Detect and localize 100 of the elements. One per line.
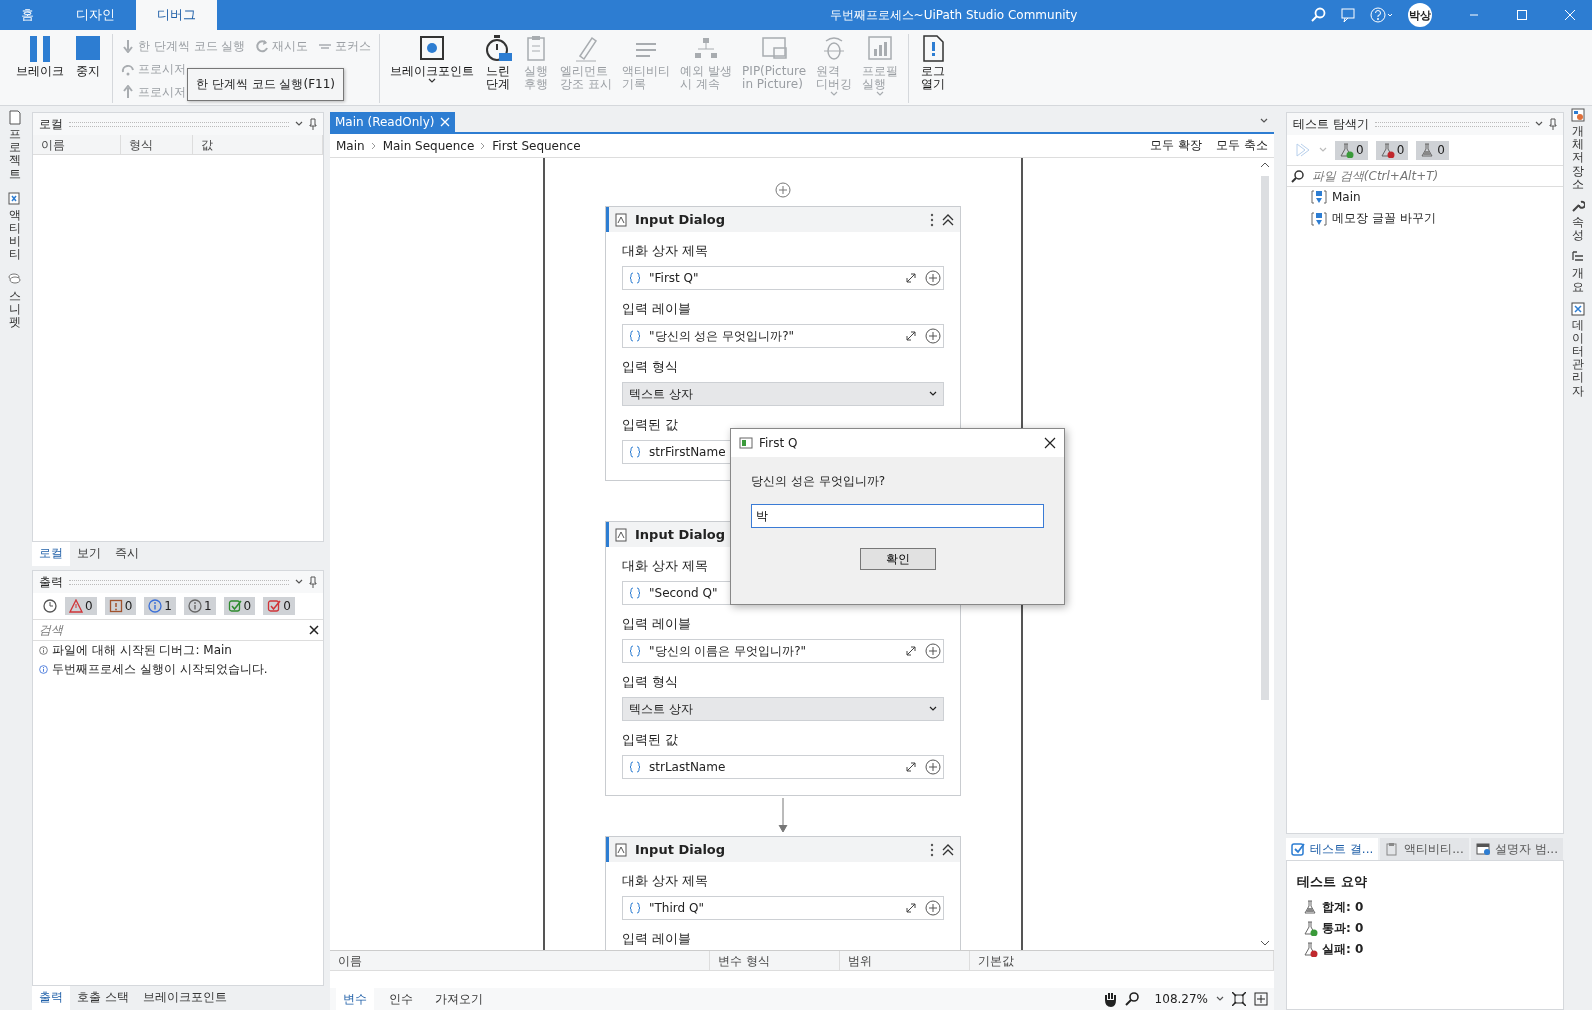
clock-icon[interactable] bbox=[43, 599, 57, 613]
panel-tab[interactable]: 변수 bbox=[336, 987, 374, 1010]
panel-tab[interactable]: 브레이크포인트 bbox=[135, 986, 234, 1010]
column-header[interactable]: 이름 bbox=[330, 951, 710, 970]
panel-tab[interactable]: 설명자 범... bbox=[1470, 838, 1563, 860]
dropdown[interactable]: 텍스트 상자 bbox=[622, 382, 944, 406]
expression-field[interactable]: "First Q" bbox=[622, 266, 944, 290]
user-avatar[interactable]: 박상 bbox=[1408, 3, 1432, 27]
dock-tab[interactable]: 개요 bbox=[1572, 267, 1584, 294]
tree-item[interactable]: Main bbox=[1287, 187, 1563, 207]
panel-tab[interactable]: 보기 bbox=[70, 542, 108, 566]
maximize-icon[interactable] bbox=[1516, 9, 1528, 21]
breadcrumb-link[interactable]: Main bbox=[336, 138, 365, 153]
filter-toggle[interactable]: 0 bbox=[263, 597, 295, 615]
column-header[interactable]: 범위 bbox=[840, 951, 970, 970]
tree-item[interactable]: 메모장 글꼴 바꾸기 bbox=[1287, 207, 1563, 230]
expand-icon[interactable] bbox=[905, 330, 917, 342]
test-counter[interactable]: 0 bbox=[1335, 140, 1368, 160]
filter-toggle[interactable]: 0 bbox=[65, 597, 97, 615]
expand-icon[interactable] bbox=[905, 902, 917, 914]
dock-tab[interactable]: 스니펫 bbox=[9, 289, 21, 330]
panel-tab[interactable]: 로컬 bbox=[32, 542, 70, 566]
filter-toggle[interactable]: 1 bbox=[183, 597, 216, 615]
panel-tab[interactable]: 가져오기 bbox=[428, 987, 490, 1010]
chevron-down-icon[interactable] bbox=[1260, 940, 1270, 946]
expand-icon[interactable] bbox=[905, 645, 917, 657]
ribbon-button[interactable]: 브레이크포인트 bbox=[388, 34, 477, 87]
activity-icon[interactable] bbox=[8, 190, 22, 206]
add-icon[interactable] bbox=[775, 182, 791, 198]
help-icon[interactable] bbox=[1370, 7, 1394, 23]
more-icon[interactable] bbox=[930, 842, 934, 857]
feedback-icon[interactable] bbox=[1340, 7, 1356, 23]
fit-screen-icon[interactable] bbox=[1232, 992, 1246, 1006]
document-tab[interactable]: Main (ReadOnly) bbox=[330, 112, 456, 132]
panel-tab[interactable]: 출력 bbox=[32, 986, 70, 1010]
add-icon[interactable] bbox=[925, 328, 941, 344]
pin-icon[interactable] bbox=[309, 118, 317, 130]
input-field[interactable]: 박 bbox=[751, 504, 1044, 528]
panel-tab[interactable]: 액티비티... bbox=[1380, 838, 1469, 860]
overview-icon[interactable] bbox=[1254, 992, 1268, 1006]
zoom-level[interactable]: 108.27% bbox=[1154, 992, 1208, 1006]
file-icon[interactable] bbox=[8, 110, 22, 125]
activity-card[interactable]: Input Dialog 대화 상자 제목 "Third Q" 입력 레이블 bbox=[605, 836, 961, 950]
panel-tab[interactable]: 테스트 결... bbox=[1286, 838, 1379, 860]
pin-icon[interactable] bbox=[309, 576, 317, 588]
ribbon-button[interactable]: 브레이크 bbox=[14, 34, 66, 78]
stack-icon[interactable] bbox=[8, 271, 22, 287]
filter-toggle[interactable]: 0 bbox=[104, 597, 137, 615]
column-header[interactable]: 이름 bbox=[33, 135, 121, 154]
search-field[interactable]: 검색 bbox=[37, 622, 309, 638]
dock-tab[interactable]: 데이터 관리자 bbox=[1572, 318, 1584, 398]
expression-field[interactable]: strLastName bbox=[622, 755, 944, 779]
dock-tab[interactable]: 액티비티 bbox=[9, 208, 21, 262]
ribbon-button[interactable]: 로그 열기 bbox=[917, 34, 950, 91]
zoom-icon[interactable] bbox=[1124, 992, 1139, 1006]
filter-toggle[interactable]: 1 bbox=[144, 597, 176, 615]
column-header[interactable]: 변수 형식 bbox=[710, 951, 840, 970]
collapse-icon[interactable] bbox=[942, 213, 954, 226]
dropdown[interactable]: 텍스트 상자 bbox=[622, 697, 944, 721]
panel-tab[interactable]: 호출 스택 bbox=[70, 986, 136, 1010]
ribbon-button[interactable]: 느린 단계 bbox=[482, 34, 515, 91]
search-icon[interactable] bbox=[1310, 7, 1326, 23]
hand-icon[interactable] bbox=[1102, 991, 1117, 1007]
chevron-up-icon[interactable] bbox=[1260, 162, 1270, 168]
expression-field[interactable]: "당신의 성은 무엇입니까?" bbox=[622, 324, 944, 348]
add-icon[interactable] bbox=[925, 270, 941, 286]
ribbon-tab[interactable]: 홈 bbox=[0, 0, 55, 30]
test-counter[interactable]: 0 bbox=[1416, 140, 1449, 160]
column-header[interactable]: 형식 bbox=[121, 135, 193, 154]
toolbar-link[interactable]: 모두 축소 bbox=[1216, 137, 1268, 154]
add-icon[interactable] bbox=[925, 900, 941, 916]
add-icon[interactable] bbox=[925, 759, 941, 775]
more-icon[interactable] bbox=[930, 212, 934, 227]
dock-tab[interactable]: 프로젝트 bbox=[9, 128, 21, 181]
toolbar-link[interactable]: 모두 확장 bbox=[1150, 137, 1203, 154]
ribbon-button[interactable]: 중지 bbox=[72, 34, 104, 78]
wrench-icon[interactable] bbox=[1571, 198, 1585, 213]
add-icon[interactable] bbox=[925, 643, 941, 659]
dock-tab[interactable]: 개체 저장소 bbox=[1572, 125, 1584, 191]
breadcrumb-link[interactable]: Main Sequence bbox=[382, 138, 475, 153]
expand-icon[interactable] bbox=[905, 761, 917, 773]
column-header[interactable]: 기본값 bbox=[970, 951, 1274, 970]
ok-button[interactable]: 확인 bbox=[859, 548, 936, 570]
ribbon-tab[interactable]: 디자인 bbox=[55, 0, 136, 30]
pin-icon[interactable] bbox=[1549, 118, 1557, 130]
close-icon[interactable] bbox=[1044, 437, 1056, 449]
panel-tab[interactable]: 인수 bbox=[382, 987, 420, 1010]
dock-tab[interactable]: 속성 bbox=[1572, 215, 1584, 243]
breadcrumb-link[interactable]: First Sequence bbox=[492, 138, 581, 153]
collapse-icon[interactable] bbox=[942, 843, 954, 856]
expand-icon[interactable] bbox=[905, 272, 917, 284]
repository-icon[interactable] bbox=[1571, 108, 1585, 122]
column-header[interactable]: 값 bbox=[193, 135, 323, 154]
test-counter[interactable]: 0 bbox=[1375, 140, 1409, 160]
filter-toggle[interactable]: 0 bbox=[223, 597, 256, 615]
panel-tab[interactable]: 즉시 bbox=[108, 542, 146, 566]
variable-icon[interactable] bbox=[1571, 301, 1585, 316]
expression-field[interactable]: "Third Q" bbox=[622, 896, 944, 920]
ribbon-tab[interactable]: 디버그 bbox=[136, 0, 217, 30]
close-icon[interactable] bbox=[309, 625, 319, 635]
